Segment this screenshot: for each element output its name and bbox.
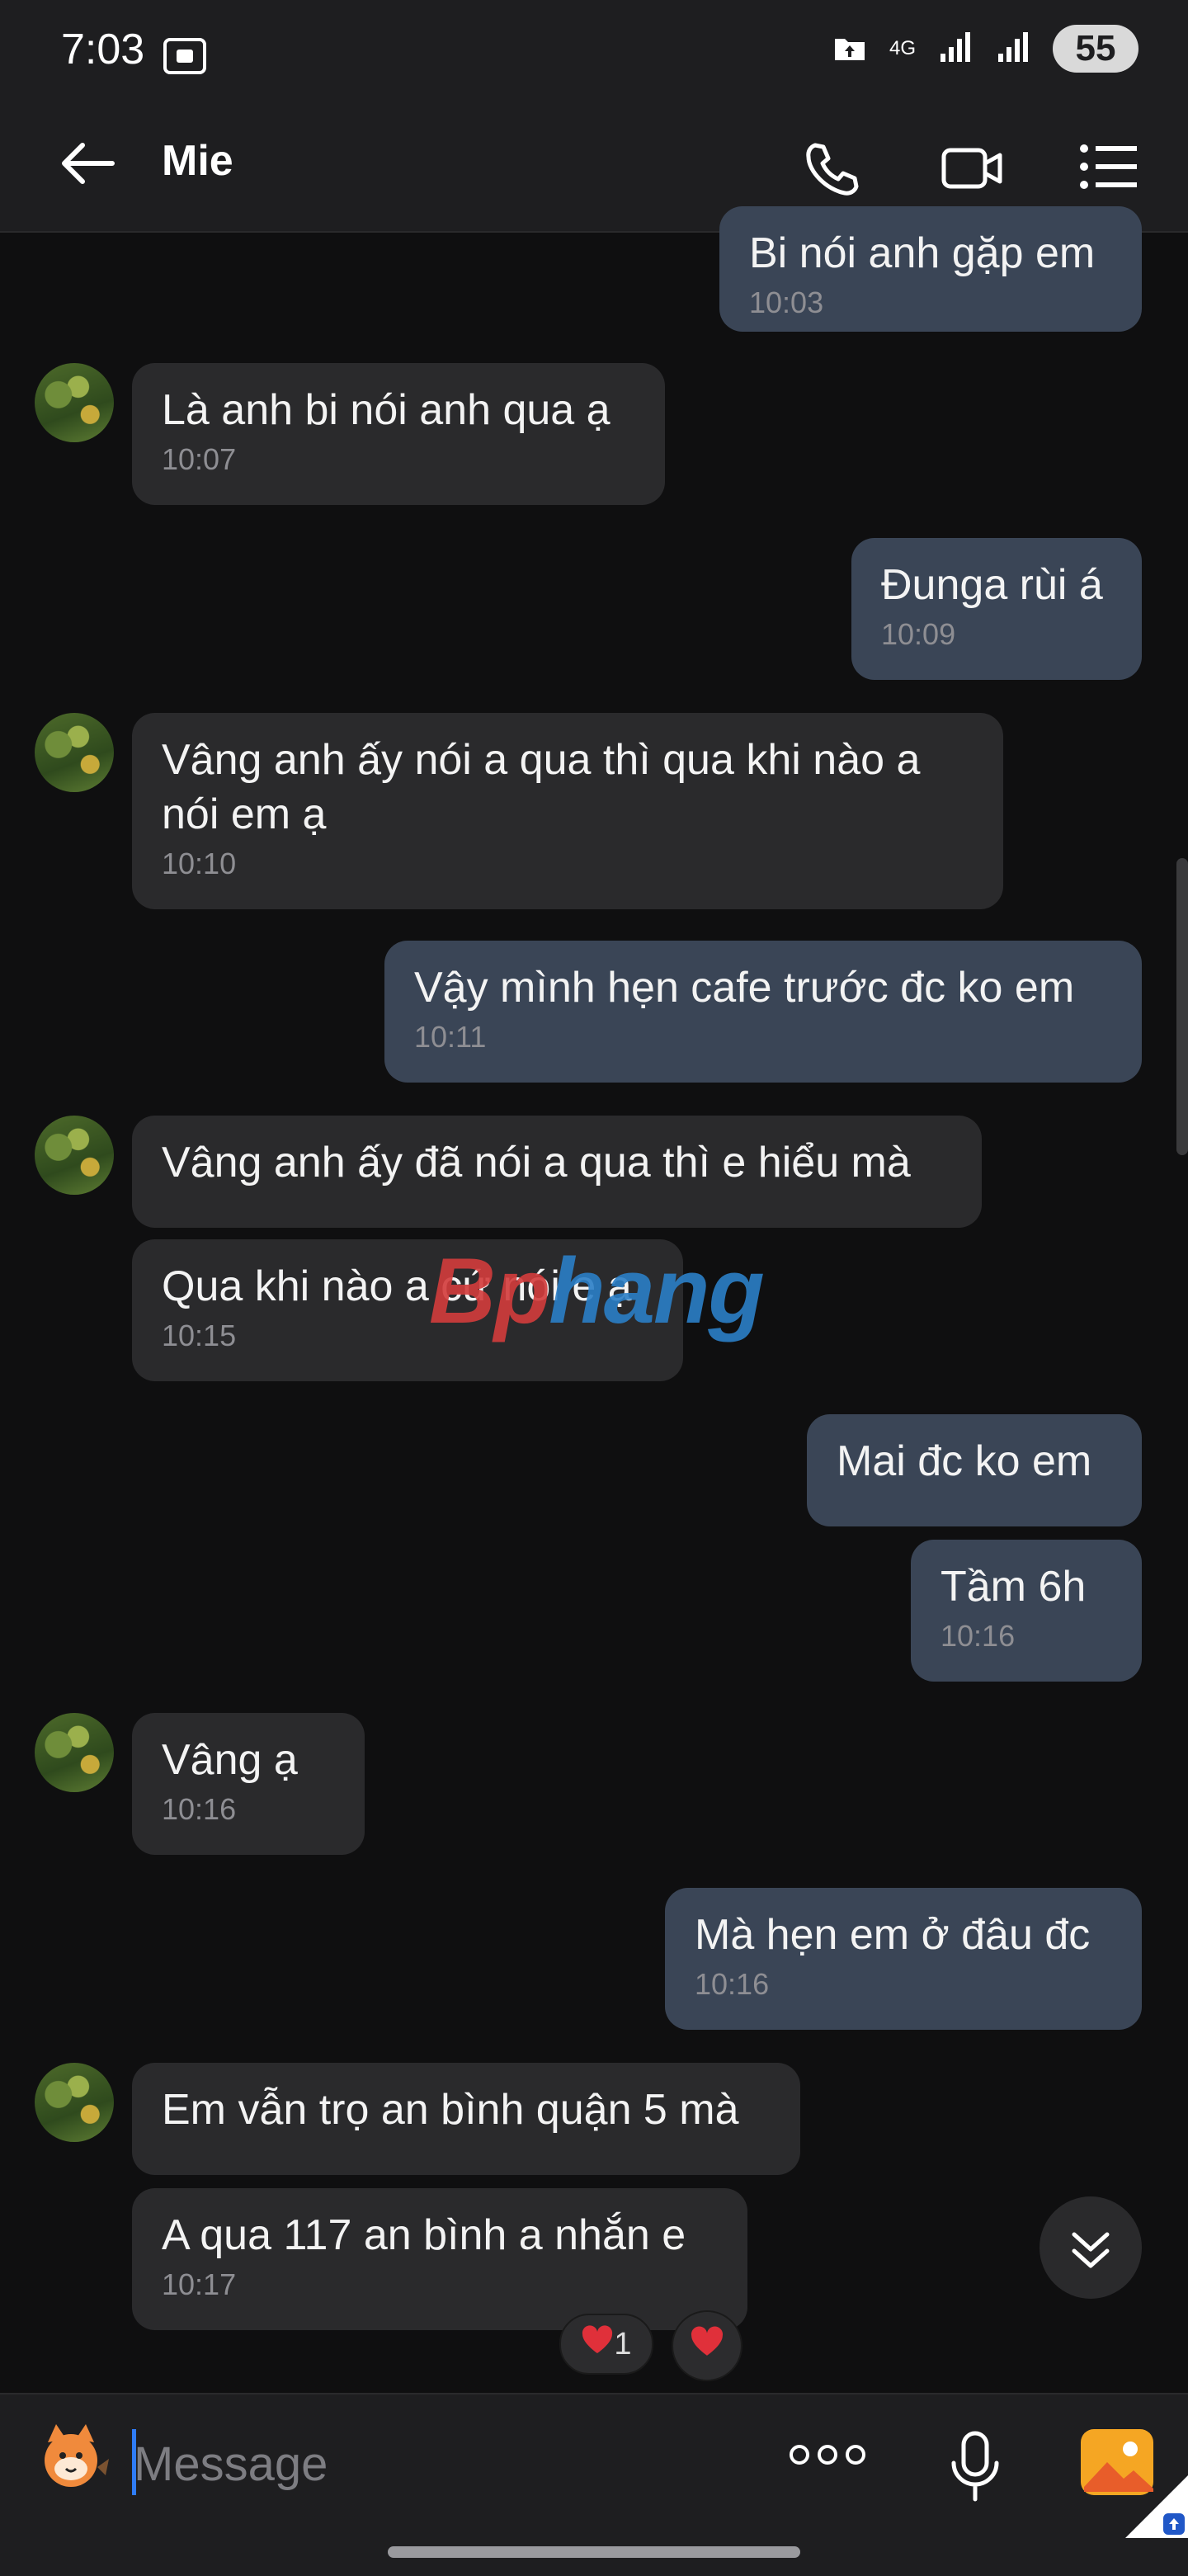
message-text: A qua 117 an bình a nhắn e bbox=[162, 2211, 686, 2259]
avatar[interactable] bbox=[35, 2063, 114, 2142]
back-arrow-icon[interactable] bbox=[58, 140, 117, 191]
heart-icon bbox=[690, 2326, 724, 2366]
battery-indicator: 55 bbox=[1053, 25, 1138, 73]
scroll-to-bottom-button[interactable] bbox=[1040, 2196, 1142, 2299]
message-time: 10:09 bbox=[881, 617, 956, 651]
menu-list-icon[interactable] bbox=[1077, 140, 1140, 197]
message-time: 10:10 bbox=[162, 847, 237, 880]
message-text: Vâng anh ấy đã nói a qua thì e hiểu mà bbox=[162, 1139, 911, 1187]
message-text: Vâng ạ bbox=[162, 1736, 298, 1784]
message-time: 10:03 bbox=[749, 285, 824, 319]
message-outgoing[interactable]: Bi nói anh gặp em 10:03 bbox=[719, 206, 1142, 332]
message-incoming[interactable]: Vâng anh ấy đã nói a qua thì e hiểu mà bbox=[132, 1116, 982, 1228]
message-outgoing[interactable]: Tầm 6h 10:16 bbox=[911, 1540, 1142, 1682]
avatar[interactable] bbox=[35, 1116, 114, 1195]
sticker-icon[interactable] bbox=[33, 2418, 116, 2504]
message-text: Bi nói anh gặp em bbox=[749, 229, 1096, 277]
signal-icon-2 bbox=[995, 29, 1031, 69]
message-text: Mai đc ko em bbox=[837, 1437, 1092, 1485]
reaction-heart-count[interactable]: 1 bbox=[559, 2314, 653, 2375]
message-text: Tầm 6h bbox=[940, 1563, 1087, 1611]
message-time: 10:17 bbox=[162, 2267, 237, 2301]
microphone-icon[interactable] bbox=[949, 2430, 1002, 2508]
message-input[interactable] bbox=[132, 2426, 762, 2502]
double-chevron-down-icon bbox=[1072, 2232, 1110, 2268]
status-icons: 4G 55 bbox=[832, 25, 1138, 73]
contact-name[interactable]: Mie bbox=[162, 136, 233, 186]
message-time: 10:07 bbox=[162, 442, 237, 476]
message-outgoing[interactable]: Mà hẹn em ở đâu đc 10:16 bbox=[665, 1888, 1142, 2030]
message-incoming[interactable]: Vâng anh ấy nói a qua thì qua khi nào a … bbox=[132, 713, 1003, 909]
scrollbar[interactable] bbox=[1176, 858, 1188, 1155]
overlay-badge-icon bbox=[1125, 2475, 1188, 2542]
message-text: Vậy mình hẹn cafe trước đc ko em bbox=[414, 964, 1075, 1012]
message-text: Đunga rùi á bbox=[881, 561, 1103, 609]
message-incoming[interactable]: A qua 117 an bình a nhắn e 10:17 bbox=[132, 2188, 747, 2330]
phone-icon[interactable] bbox=[800, 139, 860, 202]
more-options-icon[interactable] bbox=[789, 2442, 866, 2471]
video-call-icon[interactable] bbox=[939, 139, 1005, 202]
upload-icon bbox=[832, 31, 868, 68]
watermark-logo: Bphang bbox=[429, 1239, 765, 1342]
message-incoming[interactable]: Là anh bi nói anh qua ạ 10:07 bbox=[132, 363, 665, 505]
add-reaction-heart-button[interactable] bbox=[672, 2310, 742, 2381]
home-indicator[interactable] bbox=[388, 2546, 800, 2558]
avatar[interactable] bbox=[35, 363, 114, 442]
status-time: 7:03 bbox=[61, 26, 145, 73]
message-text: Là anh bi nói anh qua ạ bbox=[162, 386, 610, 434]
avatar[interactable] bbox=[35, 713, 114, 792]
message-time: 10:16 bbox=[162, 1792, 237, 1826]
screenshot-icon bbox=[162, 36, 208, 80]
reaction-count: 1 bbox=[614, 2326, 632, 2361]
message-text: Mà hẹn em ở đâu đc bbox=[695, 1911, 1091, 1959]
message-outgoing[interactable]: Vậy mình hẹn cafe trước đc ko em 10:11 bbox=[384, 941, 1142, 1083]
message-outgoing[interactable]: Mai đc ko em bbox=[807, 1414, 1142, 1526]
avatar[interactable] bbox=[35, 1713, 114, 1792]
message-text: Em vẫn trọ an bình quận 5 mà bbox=[162, 2086, 739, 2134]
message-time: 10:16 bbox=[695, 1967, 770, 2001]
message-text: Vâng anh ấy nói a qua thì qua khi nào a … bbox=[162, 736, 921, 838]
signal-icon bbox=[937, 29, 974, 69]
message-incoming[interactable]: Em vẫn trọ an bình quận 5 mà bbox=[132, 2063, 800, 2175]
message-incoming[interactable]: Vâng ạ 10:16 bbox=[132, 1713, 365, 1855]
heart-icon bbox=[581, 2325, 614, 2363]
message-outgoing[interactable]: Đunga rùi á 10:09 bbox=[851, 538, 1142, 680]
message-time: 10:16 bbox=[940, 1619, 1016, 1653]
message-time: 10:11 bbox=[414, 1020, 487, 1054]
network-type-label: 4G bbox=[889, 37, 916, 59]
